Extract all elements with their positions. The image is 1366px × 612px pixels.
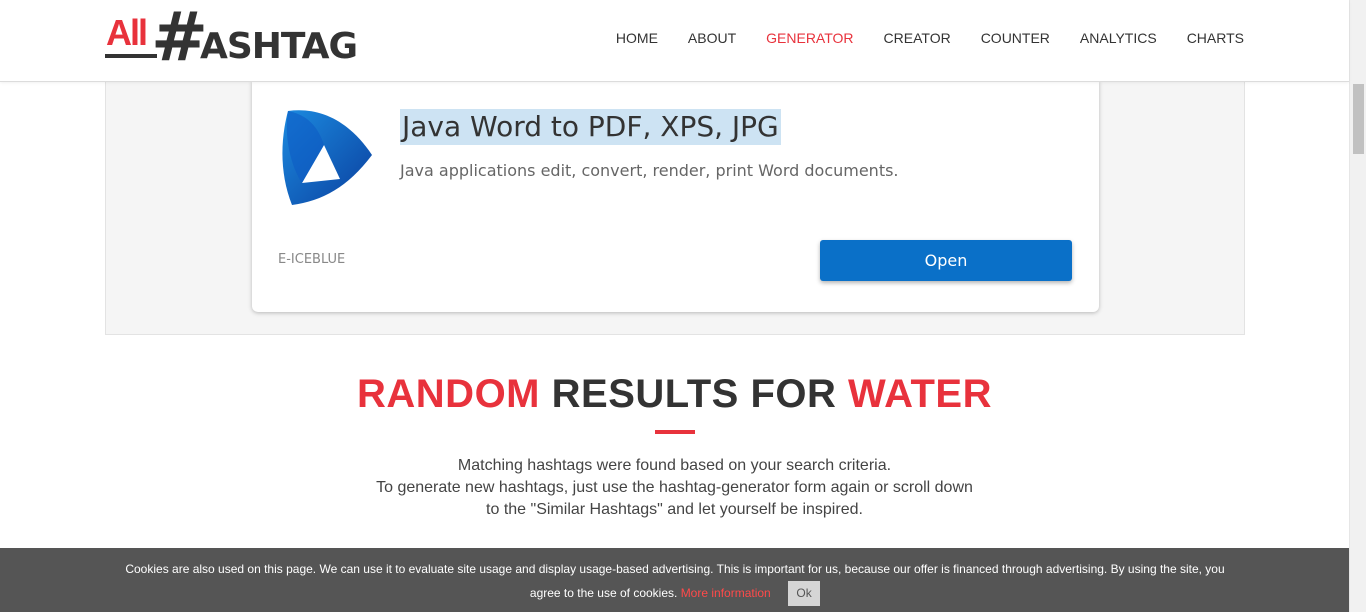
page-scrollbar[interactable] [1349,0,1366,612]
scrollbar-thumb[interactable] [1353,84,1364,154]
title-divider [655,430,695,434]
logo-all-text: All [106,12,148,53]
cookie-ok-button[interactable]: Ok [788,581,821,607]
results-line-1: Matching hashtags were found based on yo… [457,457,892,474]
logo-hashtag-text: ASHTAG [200,26,358,67]
ad-container: Java Word to PDF, XPS, JPG Java applicat… [105,81,1245,335]
nav-charts[interactable]: CHARTS [1172,30,1244,46]
results-line-3: to the "Similar Hashtags" and let yourse… [486,501,863,518]
results-line-2: To generate new hashtags, just use the h… [376,479,973,496]
nav-about[interactable]: ABOUT [673,30,751,46]
nav-home[interactable]: HOME [601,30,673,46]
nav-counter[interactable]: COUNTER [966,30,1065,46]
cookie-text-container: Cookies are also used on this page. We c… [110,557,1240,607]
e-iceblue-logo-icon [282,110,372,205]
results-title-keyword: WATER [848,372,992,416]
cookie-message: Cookies are also used on this page. We c… [125,562,1225,600]
results-title-middle: RESULTS FOR [551,372,837,416]
results-title: RANDOM RESULTS FOR WATER [0,372,1349,417]
nav-generator[interactable]: GENERATOR [751,30,868,46]
cookie-banner: Cookies are also used on this page. We c… [0,548,1349,612]
logo-underline [105,54,157,58]
nav-analytics[interactable]: ANALYTICS [1065,30,1172,46]
results-description: Matching hashtags were found based on yo… [0,455,1349,521]
ad-card[interactable]: Java Word to PDF, XPS, JPG Java applicat… [252,81,1099,312]
main-nav: HOME ABOUT GENERATOR CREATOR COUNTER ANA… [601,30,1244,46]
ad-description: Java applications edit, convert, render,… [400,161,899,180]
site-logo[interactable]: All # ASHTAG [105,4,358,80]
cookie-more-info-link[interactable]: More information [681,586,771,600]
site-header: All # ASHTAG HOME ABOUT GENERATOR CREATO… [0,0,1349,82]
results-title-random: RANDOM [357,372,540,416]
ad-open-button[interactable]: Open [820,240,1072,281]
nav-creator[interactable]: CREATOR [869,30,966,46]
ad-title[interactable]: Java Word to PDF, XPS, JPG [400,109,781,145]
ad-advertiser: E-ICEBLUE [278,252,346,267]
